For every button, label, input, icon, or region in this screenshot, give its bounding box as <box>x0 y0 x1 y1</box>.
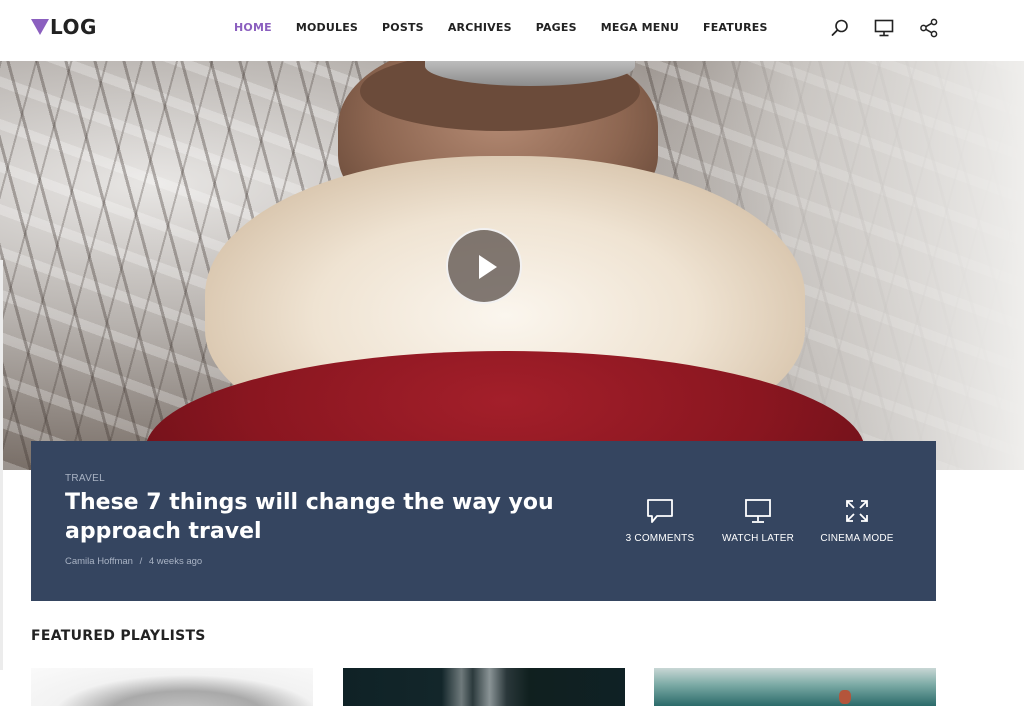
surfer-figure <box>839 690 851 704</box>
nav-features[interactable]: FEATURES <box>703 20 768 36</box>
edge-divider <box>0 260 3 670</box>
logo[interactable]: LOG <box>31 16 97 38</box>
monitor-icon[interactable] <box>873 17 895 39</box>
post-category[interactable]: TRAVEL <box>65 473 105 484</box>
meta-separator: / <box>139 556 143 567</box>
playlist-thumbnail[interactable] <box>343 668 625 706</box>
watch-later-button[interactable]: WATCH LATER <box>713 497 803 544</box>
comment-icon <box>647 499 673 523</box>
play-button[interactable] <box>446 228 522 304</box>
logo-text: LOG <box>50 15 97 39</box>
cinema-mode-button[interactable]: CINEMA MODE <box>812 497 902 544</box>
playlist-thumbnail[interactable] <box>654 668 936 706</box>
featured-playlists-title: FEATURED PLAYLISTS <box>31 628 206 644</box>
comments-label: 3 COMMENTS <box>625 533 695 544</box>
post-meta: Camila Hoffman / 4 weeks ago <box>65 556 206 567</box>
comments-button[interactable]: 3 COMMENTS <box>615 497 705 544</box>
nav-home[interactable]: HOME <box>234 20 272 36</box>
play-icon <box>479 255 497 279</box>
post-title[interactable]: These 7 things will change the way you a… <box>65 488 585 546</box>
watch-later-label: WATCH LATER <box>721 533 794 544</box>
post-time: 4 weeks ago <box>148 556 203 567</box>
monitor-icon <box>745 499 771 523</box>
search-icon[interactable] <box>829 17 851 39</box>
nav-archives[interactable]: ARCHIVES <box>448 20 512 36</box>
nav-posts[interactable]: POSTS <box>382 20 424 36</box>
post-author[interactable]: Camila Hoffman <box>65 556 133 567</box>
share-icon[interactable] <box>918 17 940 39</box>
site-header: LOG HOME MODULES POSTS ARCHIVES PAGES ME… <box>0 0 1024 61</box>
nav-pages[interactable]: PAGES <box>536 20 577 36</box>
main-nav: HOME MODULES POSTS ARCHIVES PAGES MEGA M… <box>222 20 780 36</box>
featured-post-card: TRAVEL These 7 things will change the wa… <box>31 441 936 601</box>
logo-triangle-icon <box>31 19 49 35</box>
cinema-mode-label: CINEMA MODE <box>820 533 894 544</box>
nav-mega-menu[interactable]: MEGA MENU <box>601 20 679 36</box>
nav-modules[interactable]: MODULES <box>296 20 358 36</box>
playlist-thumbnail[interactable] <box>31 668 313 706</box>
expand-icon <box>846 500 868 522</box>
